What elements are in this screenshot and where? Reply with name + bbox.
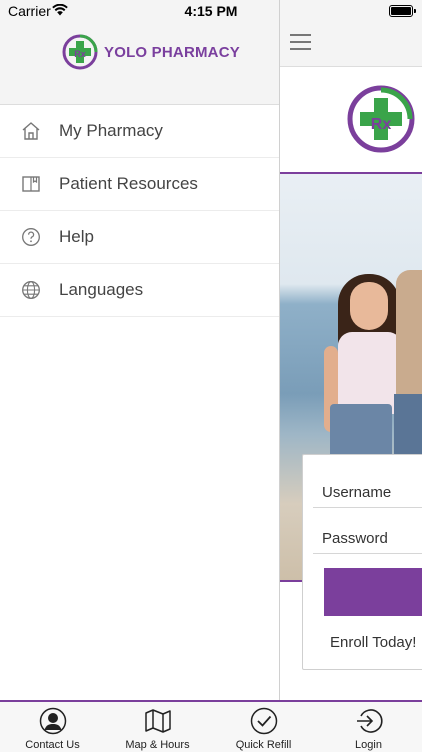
menu-item-help[interactable]: Help	[0, 211, 279, 264]
menu-item-label: My Pharmacy	[59, 121, 163, 140]
logo-banner: Rx	[280, 67, 422, 174]
map-icon	[145, 709, 171, 733]
password-placeholder: Password	[322, 530, 388, 547]
contact-icon	[39, 707, 67, 735]
side-drawer: Rx YOLO PHARMACY My Pharmacy Patient Res…	[0, 0, 280, 700]
menu-item-my-pharmacy[interactable]: My Pharmacy	[0, 105, 279, 158]
tab-login[interactable]: Login	[316, 705, 421, 751]
menu-item-label: Help	[59, 227, 94, 246]
login-icon	[357, 709, 383, 733]
tab-label: Quick Refill	[235, 739, 292, 751]
pharmacy-logo-icon: Rx	[347, 85, 415, 153]
battery-icon	[389, 5, 416, 17]
tab-map-hours[interactable]: Map & Hours	[105, 705, 210, 751]
book-icon	[22, 176, 40, 192]
help-icon	[22, 228, 40, 246]
home-icon	[22, 122, 40, 140]
main-content: Rx Username Password Enroll Today!	[280, 0, 422, 700]
brand-name: YOLO PHARMACY	[104, 43, 240, 61]
tab-label: Contact Us	[25, 739, 80, 751]
username-placeholder: Username	[322, 484, 392, 501]
svg-text:Rx: Rx	[371, 116, 392, 133]
enroll-link[interactable]: Enroll Today!	[330, 634, 416, 651]
login-button[interactable]	[324, 568, 422, 616]
brand: Rx YOLO PHARMACY	[62, 34, 240, 70]
hamburger-menu-icon[interactable]	[290, 34, 311, 50]
tab-quick-refill[interactable]: Quick Refill	[211, 705, 316, 751]
clock: 4:15 PM	[184, 3, 238, 19]
menu-item-label: Patient Resources	[59, 174, 198, 193]
menu-item-label: Languages	[59, 280, 144, 299]
pharmacy-logo-icon: Rx	[62, 34, 98, 70]
status-bar: Carrier 4:15 PM	[0, 0, 422, 22]
checkmark-icon	[250, 707, 278, 735]
menu-item-patient-resources[interactable]: Patient Resources	[0, 158, 279, 211]
tab-label: Login	[355, 739, 382, 751]
svg-text:Rx: Rx	[74, 49, 86, 59]
drawer-menu: My Pharmacy Patient Resources Help Langu…	[0, 105, 279, 317]
password-field[interactable]: Password	[313, 509, 422, 554]
globe-icon	[22, 281, 40, 299]
login-card: Username Password Enroll Today!	[302, 454, 422, 670]
tab-label: Map & Hours	[125, 739, 190, 751]
tab-bar: Contact Us Map & Hours Quick Refill Logi…	[0, 700, 422, 752]
username-field[interactable]: Username	[313, 463, 422, 508]
menu-item-languages[interactable]: Languages	[0, 264, 279, 317]
tab-contact-us[interactable]: Contact Us	[0, 705, 105, 751]
